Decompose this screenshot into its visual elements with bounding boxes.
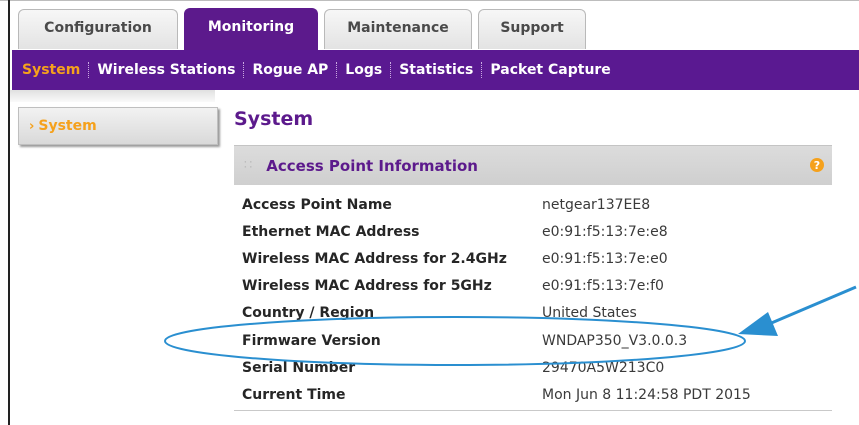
section-header: ∷ Access Point Information ? (234, 145, 832, 185)
sidebar-item-system[interactable]: › System (18, 107, 218, 145)
info-row: Current Time Mon Jun 8 11:24:58 PDT 2015 (242, 387, 822, 411)
info-label: Access Point Name (242, 197, 392, 213)
info-value: United States (542, 305, 637, 321)
page-title: System (234, 108, 314, 130)
info-value: e0:91:f5:13:7e:f0 (542, 278, 664, 294)
info-row: Access Point Name netgear137EE8 (242, 197, 822, 221)
subnav-rogue-ap[interactable]: Rogue AP (252, 62, 328, 78)
subnav-packet-capture[interactable]: Packet Capture (490, 62, 610, 78)
tab-monitoring[interactable]: Monitoring (184, 8, 318, 50)
nav-shadow (10, 90, 215, 102)
help-icon[interactable]: ? (810, 158, 824, 172)
info-row: Wireless MAC Address for 2.4GHz e0:91:f5… (242, 251, 822, 275)
info-value: e0:91:f5:13:7e:e0 (542, 251, 668, 267)
subnav-separator (336, 62, 338, 78)
info-row-firmware: Firmware Version WNDAP350_V3.0.0.3 (242, 333, 822, 357)
info-row: Wireless MAC Address for 5GHz e0:91:f5:1… (242, 278, 822, 302)
info-value: 29470A5W213C0 (542, 360, 665, 376)
info-value: e0:91:f5:13:7e:e8 (542, 224, 668, 240)
subnav-separator (243, 62, 245, 78)
sub-navigation: System Wireless Stations Rogue AP Logs S… (12, 50, 859, 90)
info-value: WNDAP350_V3.0.0.3 (542, 333, 688, 349)
drag-handle-icon: ∷ (244, 158, 253, 173)
section-title: Access Point Information (266, 156, 478, 175)
info-label: Firmware Version (242, 333, 381, 349)
sidebar-item-label: System (38, 118, 97, 134)
info-label: Current Time (242, 387, 346, 403)
info-row: Ethernet MAC Address e0:91:f5:13:7e:e8 (242, 224, 822, 248)
subnav-statistics[interactable]: Statistics (399, 62, 473, 78)
tab-maintenance[interactable]: Maintenance (324, 9, 472, 49)
info-row: Serial Number 29470A5W213C0 (242, 360, 822, 384)
tab-bar-rule (0, 0, 859, 1)
subnav-separator (481, 62, 483, 78)
info-label: Wireless MAC Address for 2.4GHz (242, 251, 507, 267)
subnav-logs[interactable]: Logs (345, 62, 382, 78)
info-value: Mon Jun 8 11:24:58 PDT 2015 (542, 387, 751, 403)
info-label: Ethernet MAC Address (242, 224, 420, 240)
info-row: Country / Region United States (242, 305, 822, 329)
left-frame-border (8, 0, 10, 425)
tab-configuration[interactable]: Configuration (18, 9, 178, 49)
top-tab-bar: Configuration Monitoring Maintenance Sup… (0, 0, 859, 50)
info-label: Serial Number (242, 360, 356, 376)
subnav-system[interactable]: System (22, 62, 80, 78)
subnav-separator (88, 62, 90, 78)
info-label: Wireless MAC Address for 5GHz (242, 278, 492, 294)
info-label: Country / Region (242, 305, 375, 321)
chevron-right-icon: › (29, 118, 35, 134)
tab-support[interactable]: Support (478, 9, 586, 49)
subnav-wireless-stations[interactable]: Wireless Stations (97, 62, 235, 78)
subnav-separator (390, 62, 392, 78)
info-value: netgear137EE8 (542, 197, 651, 213)
